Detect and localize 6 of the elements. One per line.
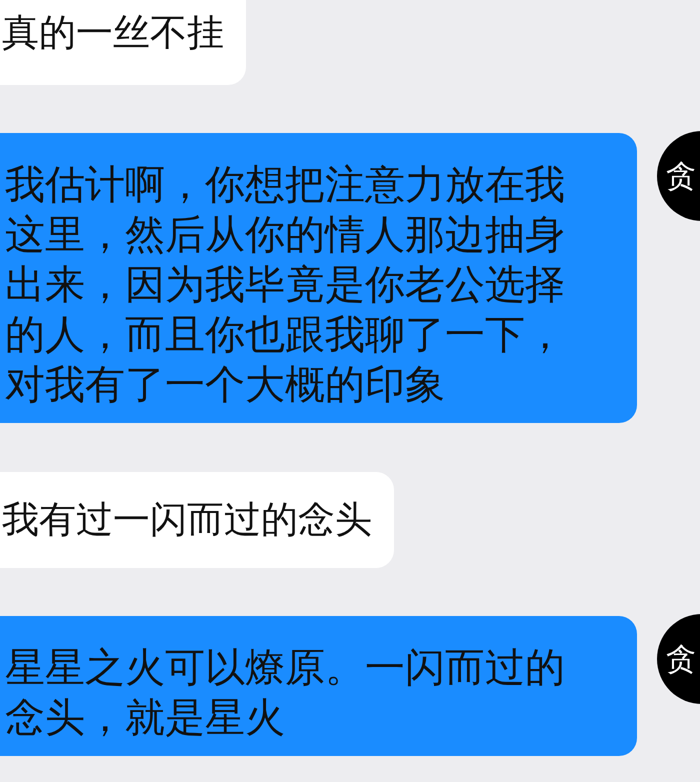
- message-bubble: 我估计啊，你想把注意力放在我这里，然后从你的情人那边抽身出来，因为我毕竟是你老公选择的人，而且你也跟我聊了一下，对我有了一个大概的印象: [0, 133, 637, 423]
- message-bubble: 我有过一闪而过的念头: [0, 472, 394, 568]
- avatar[interactable]: 贪: [657, 614, 700, 704]
- message-bubble: 星星之火可以燎原。一闪而过的念头，就是星火: [0, 616, 637, 756]
- avatar[interactable]: 贪: [657, 131, 700, 221]
- message-bubble: 真的一丝不挂: [0, 0, 246, 85]
